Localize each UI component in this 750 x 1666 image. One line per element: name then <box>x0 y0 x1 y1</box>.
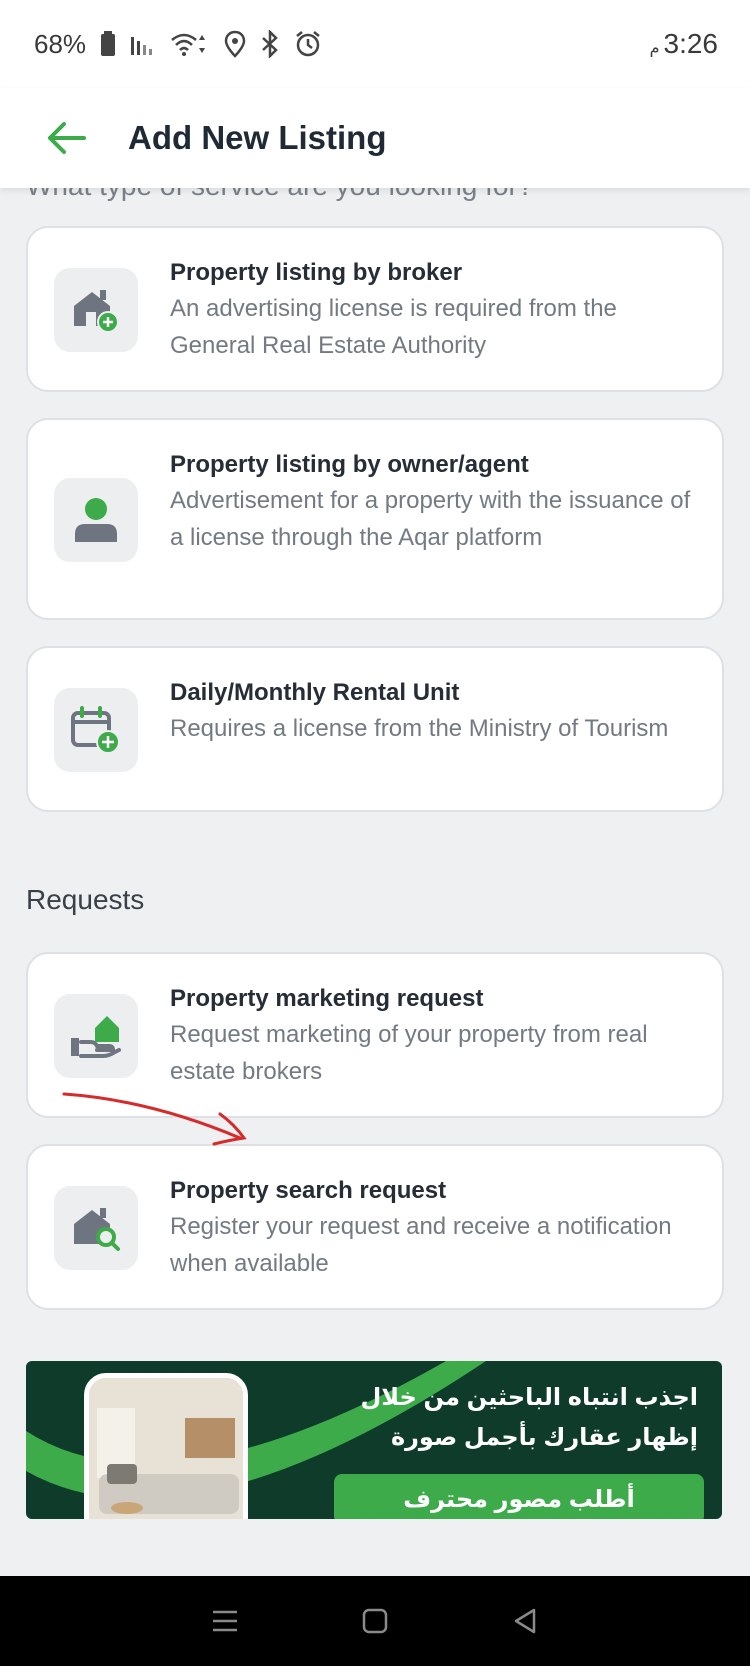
status-clock: م 3:26 <box>650 28 718 60</box>
listing-icon-box <box>54 688 138 772</box>
request-description: Register your request and receive a noti… <box>170 1213 672 1277</box>
person-icon <box>75 498 117 542</box>
request-title: Property marketing request <box>170 985 484 1012</box>
arrow-left-icon <box>48 122 86 154</box>
house-plus-icon <box>74 290 119 333</box>
alarm-icon <box>296 31 320 57</box>
banner-subheadline: إظهار عقارك بأجمل صورة <box>390 1424 698 1451</box>
hand-house-icon <box>71 1016 121 1058</box>
banner-headline: اجذب انتباه الباحثين من خلال <box>360 1384 698 1411</box>
listing-card-rental[interactable]: Daily/Monthly Rental Unit Requires a lic… <box>26 646 724 812</box>
request-card-search[interactable]: Property search request Register your re… <box>26 1144 724 1310</box>
menu-lines-icon <box>213 1610 237 1632</box>
status-bar: 68% م 3:26 <box>0 0 750 88</box>
listing-title: Daily/Monthly Rental Unit <box>170 679 460 706</box>
battery-icon <box>101 31 116 56</box>
clock-ampm: م <box>649 40 660 57</box>
house-search-icon <box>74 1208 120 1251</box>
bluetooth-icon <box>262 30 278 58</box>
request-icon-box <box>54 1186 138 1270</box>
listing-card-owner[interactable]: Property listing by owner/agent Advertis… <box>26 418 724 620</box>
listing-card-broker[interactable]: Property listing by broker An advertisin… <box>26 226 724 392</box>
recents-button[interactable] <box>195 1591 255 1651</box>
requests-section-label: Requests <box>26 884 145 915</box>
listing-title: Property listing by broker <box>170 259 463 286</box>
triangle-back-icon <box>514 1608 536 1634</box>
listing-description: Requires a license from the Ministry of … <box>170 715 669 742</box>
calendar-plus-icon <box>71 706 120 754</box>
home-button[interactable] <box>345 1591 405 1651</box>
clock-time: 3:26 <box>663 28 719 59</box>
listing-icon-box <box>54 268 138 352</box>
phone-mockup <box>84 1373 248 1519</box>
status-left: 68% <box>34 29 322 60</box>
request-description: Request marketing of your property from … <box>170 1021 648 1085</box>
listing-description: Advertisement for a property with the is… <box>170 487 691 551</box>
listing-icon-box <box>54 478 138 562</box>
app-bar: Add New Listing <box>0 88 750 188</box>
wifi-icon <box>171 33 206 56</box>
system-nav-bar <box>0 1576 750 1666</box>
page-title: Add New Listing <box>128 119 387 156</box>
back-nav-button[interactable] <box>495 1591 555 1651</box>
request-icon-box <box>54 994 138 1078</box>
signal-icon <box>131 37 153 55</box>
request-title: Property search request <box>170 1177 447 1204</box>
annotation-arrow-icon <box>62 1092 247 1146</box>
request-photographer-button[interactable]: أطلب مصور محترف <box>334 1474 704 1519</box>
square-icon <box>362 1608 388 1634</box>
promo-banner[interactable]: اجذب انتباه الباحثين من خلال إظهار عقارك… <box>26 1361 722 1519</box>
listing-title: Property listing by owner/agent <box>170 451 529 478</box>
location-icon <box>224 30 246 58</box>
listing-description: An advertising license is required from … <box>170 295 617 359</box>
battery-percent: 68% <box>34 28 87 59</box>
living-room-photo-icon <box>89 1378 243 1519</box>
back-button[interactable] <box>36 108 96 168</box>
